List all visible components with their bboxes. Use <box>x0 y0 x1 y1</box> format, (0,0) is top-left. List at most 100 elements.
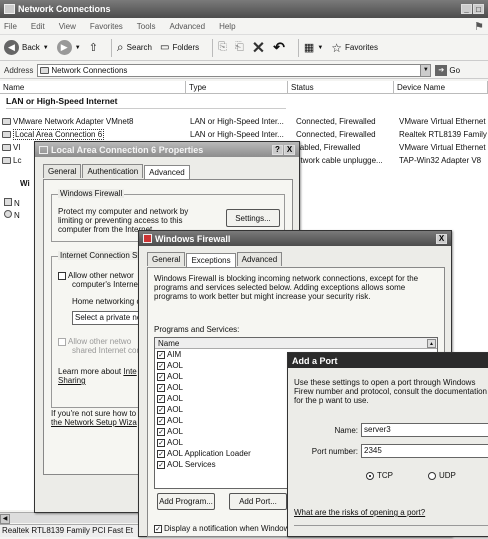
address-dropdown-icon[interactable]: ▼ <box>420 64 431 76</box>
copy-to-button[interactable]: ⎗ <box>235 41 244 54</box>
checkmark-icon[interactable]: ✓ <box>157 416 165 425</box>
scroll-up-icon[interactable]: ▲ <box>427 339 436 348</box>
tab-advanced[interactable]: Advanced <box>236 252 283 266</box>
radio-icon <box>428 471 436 480</box>
undo-button[interactable]: ↶ <box>273 39 285 56</box>
list-item[interactable]: N <box>4 198 20 208</box>
menu-file[interactable]: File <box>4 22 17 31</box>
delete-x-icon: ✕ <box>251 39 266 57</box>
settings-button[interactable]: Settings... <box>226 209 280 227</box>
network-setup-wizard-link[interactable]: the Network Setup Wiza <box>51 418 137 427</box>
up-folder-button[interactable]: ⇧ <box>89 41 98 54</box>
forward-button[interactable]: ▶ ▼ <box>56 40 81 55</box>
menu-view[interactable]: View <box>59 22 76 31</box>
checkmark-icon[interactable]: ✓ <box>157 361 165 370</box>
checkmark-icon[interactable]: ✓ <box>157 449 165 458</box>
views-button[interactable]: ▦ ▼ <box>304 41 323 54</box>
checkmark-icon[interactable]: ✓ <box>157 460 165 469</box>
checkbox-label: Allow other netwo <box>68 337 132 346</box>
program-label: AOL <box>167 361 184 370</box>
checkmark-icon[interactable]: ✓ <box>157 372 165 381</box>
list-item[interactable]: Local Area Connection 6 LAN or High-Spee… <box>0 129 488 141</box>
column-name[interactable]: Name <box>0 81 186 94</box>
favorites-label: Favorites <box>345 43 378 52</box>
menu-help[interactable]: Help <box>219 22 235 31</box>
go-button[interactable]: ➔ Go <box>435 64 460 76</box>
programs-column-header[interactable]: Name ▲ <box>155 338 437 349</box>
tab-general[interactable]: General <box>147 252 186 266</box>
notification-checkbox[interactable]: ✓ Display a notification when Window <box>154 524 289 533</box>
firewall-title: Windows Firewall <box>155 233 231 244</box>
tab-exceptions[interactable]: Exceptions <box>186 253 236 267</box>
list-item[interactable]: VMware Network Adapter VMnet8 LAN or Hig… <box>0 116 488 128</box>
menu-advanced[interactable]: Advanced <box>169 22 205 31</box>
horizontal-scrollbar[interactable]: ◀ <box>0 512 140 524</box>
port-number-label: Port number: <box>311 447 358 456</box>
menu-tools[interactable]: Tools <box>137 22 156 31</box>
checkmark-icon[interactable]: ✓ <box>157 350 165 359</box>
checkmark-icon[interactable]: ✓ <box>157 438 165 447</box>
maximize-button[interactable]: □ <box>473 4 484 14</box>
sharing-link[interactable]: Sharing <box>58 376 86 385</box>
minimize-button[interactable]: _ <box>461 4 472 14</box>
column-name-label: Name <box>158 339 180 348</box>
row-type: LAN or High-Speed Inter... <box>190 130 284 139</box>
properties-title: Local Area Connection 6 Properties <box>51 144 204 155</box>
up-folder-icon: ⇧ <box>88 42 98 54</box>
toolbar-separator <box>110 38 112 57</box>
column-device-name[interactable]: Device Name <box>394 81 488 94</box>
folders-button[interactable]: ▭ Folders <box>160 42 199 53</box>
risks-link[interactable]: What are the risks of opening a port? <box>294 508 425 517</box>
close-button[interactable]: X <box>436 233 447 244</box>
search-button[interactable]: ⌕ Search <box>117 40 152 55</box>
list-item[interactable]: N <box>4 210 20 220</box>
forward-arrow-icon: ▶ <box>56 40 72 55</box>
checkmark-icon[interactable]: ✓ <box>157 427 165 436</box>
menu-edit[interactable]: Edit <box>31 22 45 31</box>
tab-advanced[interactable]: Advanced <box>144 165 190 179</box>
name-input[interactable]: server3 <box>361 423 488 437</box>
chevron-down-icon: ▼ <box>74 44 81 51</box>
move-icon: ⎘ <box>218 41 227 53</box>
port-number-input[interactable]: 2345 <box>361 444 488 458</box>
allow-other-users-checkbox[interactable]: Allow other networ computer's Internet <box>58 271 140 289</box>
close-button[interactable]: X <box>284 144 295 155</box>
udp-radio[interactable]: UDP <box>428 471 456 480</box>
address-bar: Address Network Connections ▼ ➔ Go <box>0 62 488 79</box>
chevron-down-icon: ▼ <box>42 44 49 51</box>
row-name: N <box>14 211 20 220</box>
ics-link[interactable]: Inte <box>123 367 136 376</box>
column-type[interactable]: Type <box>186 81 288 94</box>
back-button[interactable]: ◀ Back ▼ <box>4 40 49 55</box>
add-program-button[interactable]: Add Program... <box>157 493 215 510</box>
favorites-button[interactable]: ☆ Favorites <box>331 41 378 55</box>
add-port-button[interactable]: Add Port... <box>229 493 287 510</box>
learn-label: Learn more about <box>58 367 122 376</box>
row-status: isabled, Firewalled <box>294 143 361 152</box>
program-label: AOL <box>167 405 184 414</box>
group-title: Windows Firewall <box>58 189 125 198</box>
group-title: Internet Connection Sh <box>58 251 144 260</box>
address-field[interactable]: Network Connections ▼ <box>37 63 432 77</box>
windows-logo-icon: ⚑ <box>474 20 484 33</box>
undo-icon: ↶ <box>273 39 285 55</box>
program-label: AOL <box>167 383 184 392</box>
row-name: VMware Network Adapter VMnet8 <box>13 117 134 126</box>
allow-control-checkbox[interactable]: Allow other netwo shared Internet con <box>58 337 141 355</box>
move-to-button[interactable]: ⎘ <box>218 41 227 54</box>
menu-favorites[interactable]: Favorites <box>90 22 123 31</box>
checkmark-icon: ✓ <box>154 524 162 533</box>
checkmark-icon[interactable]: ✓ <box>157 394 165 403</box>
delete-button[interactable]: ✕ <box>252 38 265 58</box>
help-button[interactable]: ? <box>272 144 283 155</box>
checkmark-icon[interactable]: ✓ <box>157 383 165 392</box>
scroll-left-icon[interactable]: ◀ <box>0 514 10 524</box>
checkmark-icon[interactable]: ✓ <box>157 405 165 414</box>
list-header: Name Type Status Device Name <box>0 81 488 94</box>
column-status[interactable]: Status <box>288 81 394 94</box>
wizard-icon <box>4 210 12 218</box>
checkbox-label: Allow other networ <box>68 271 134 280</box>
tab-general[interactable]: General <box>43 164 82 178</box>
tab-authentication[interactable]: Authentication <box>82 164 144 178</box>
tcp-radio[interactable]: TCP <box>366 471 393 480</box>
